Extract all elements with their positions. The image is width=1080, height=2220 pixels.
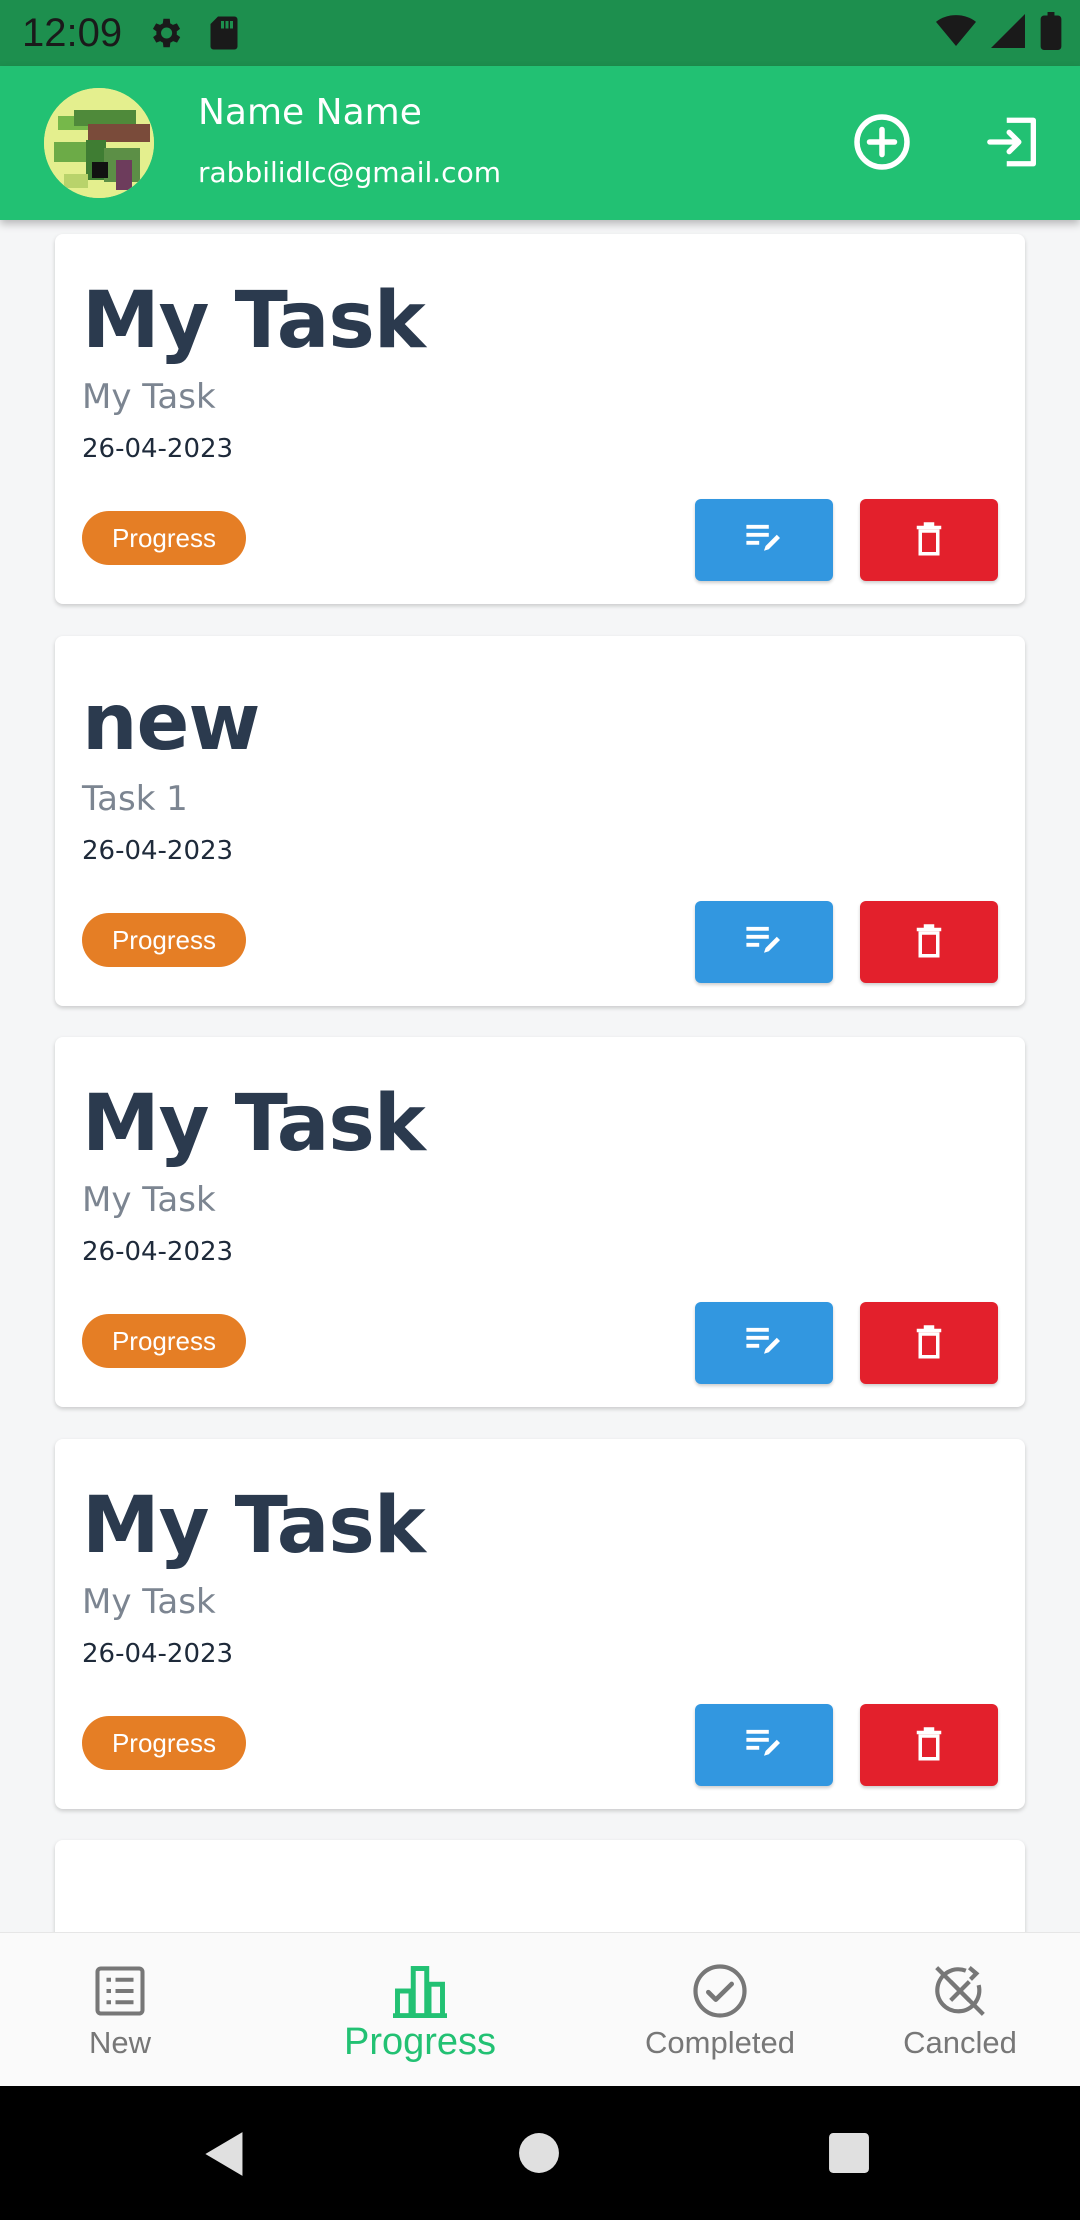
user-email: rabbilidlc@gmail.com xyxy=(198,156,501,189)
battery-icon xyxy=(1040,12,1062,54)
task-card: new Task 1 26-04-2023 Progress xyxy=(55,636,1025,1006)
avatar[interactable] xyxy=(44,88,154,198)
app-header: Name Name rabbilidlc@gmail.com xyxy=(0,66,1080,220)
check-circle-icon xyxy=(692,1961,748,2021)
add-circle-icon xyxy=(852,112,912,176)
trash-icon xyxy=(915,922,943,962)
edit-note-icon xyxy=(744,522,784,558)
status-badge: Progress xyxy=(82,1314,246,1368)
cancel-icon xyxy=(932,1961,988,2021)
trash-icon xyxy=(915,520,943,560)
task-card-partial xyxy=(55,1840,1025,1932)
home-icon[interactable] xyxy=(518,2132,560,2178)
nav-item-cancled[interactable]: Cancled xyxy=(890,1933,1030,2087)
edit-note-icon xyxy=(744,1727,784,1763)
nav-item-completed[interactable]: Completed xyxy=(630,1933,810,2087)
wifi-icon xyxy=(936,14,976,52)
task-date: 26-04-2023 xyxy=(82,434,234,464)
recents-icon[interactable] xyxy=(828,2132,870,2178)
task-description: My Task xyxy=(82,1180,216,1220)
delete-button[interactable] xyxy=(860,1704,998,1786)
task-date: 26-04-2023 xyxy=(82,1639,234,1669)
delete-button[interactable] xyxy=(860,499,998,581)
delete-button[interactable] xyxy=(860,1302,998,1384)
back-icon[interactable] xyxy=(202,2130,248,2182)
task-description: Task 1 xyxy=(82,779,188,819)
delete-button[interactable] xyxy=(860,901,998,983)
task-description: My Task xyxy=(82,377,216,417)
edit-note-icon xyxy=(744,1325,784,1361)
task-title: My Task xyxy=(82,1079,426,1169)
task-card: My Task My Task 26-04-2023 Progress xyxy=(55,1439,1025,1809)
logout-icon xyxy=(985,113,1043,175)
status-time: 12:09 xyxy=(22,10,123,55)
trash-icon xyxy=(915,1725,943,1765)
status-badge: Progress xyxy=(82,511,246,565)
task-card: My Task My Task 26-04-2023 Progress xyxy=(55,1037,1025,1407)
edit-button[interactable] xyxy=(695,1302,833,1384)
task-title: My Task xyxy=(82,1481,426,1571)
add-task-button[interactable] xyxy=(844,106,920,182)
nav-label: Completed xyxy=(645,2025,795,2060)
nav-label: Progress xyxy=(343,2021,497,2063)
edit-button[interactable] xyxy=(695,499,833,581)
task-card: My Task My Task 26-04-2023 Progress xyxy=(55,234,1025,604)
task-list[interactable]: My Task My Task 26-04-2023 Progress new … xyxy=(0,220,1080,1932)
signal-icon xyxy=(990,14,1026,52)
system-nav-bar xyxy=(0,2086,1080,2220)
edit-button[interactable] xyxy=(695,901,833,983)
task-description: My Task xyxy=(82,1582,216,1622)
task-date: 26-04-2023 xyxy=(82,836,234,866)
nav-label: New xyxy=(88,2025,151,2060)
nav-item-progress[interactable]: Progress xyxy=(325,1933,515,2087)
task-title: new xyxy=(82,678,260,768)
task-title: My Task xyxy=(82,276,426,366)
nav-label: Cancled xyxy=(903,2025,1017,2060)
logout-button[interactable] xyxy=(976,106,1052,182)
sd-card-icon xyxy=(208,15,240,51)
status-badge: Progress xyxy=(82,1716,246,1770)
edit-note-icon xyxy=(744,924,784,960)
nav-item-new[interactable]: New xyxy=(60,1933,180,2087)
edit-button[interactable] xyxy=(695,1704,833,1786)
list-icon xyxy=(93,1961,147,2021)
bottom-nav: New Progress Completed Cancled xyxy=(0,1932,1080,2087)
settings-gear-icon xyxy=(146,14,184,52)
trash-icon xyxy=(915,1323,943,1363)
bar-chart-icon xyxy=(390,1961,450,2021)
task-date: 26-04-2023 xyxy=(82,1237,234,1267)
status-badge: Progress xyxy=(82,913,246,967)
user-name: Name Name xyxy=(198,92,422,133)
status-bar: 12:09 xyxy=(0,0,1080,66)
